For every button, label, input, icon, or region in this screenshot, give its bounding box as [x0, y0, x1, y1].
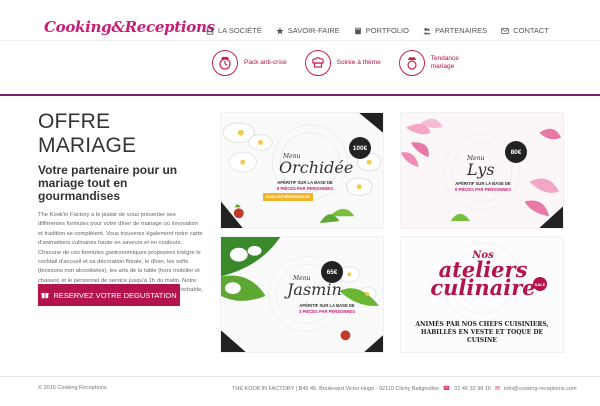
- subnav-item-tendance-mariage[interactable]: Tendance mariage: [398, 50, 477, 76]
- subnav-label: Soirée à thème: [336, 59, 381, 66]
- menu-card-orchidee[interactable]: Menu Orchidée APÉRITIF SUR LA BASE DE 8 …: [220, 112, 384, 229]
- menu-name: Orchidée: [279, 158, 354, 177]
- menu-name: Lys: [467, 160, 495, 179]
- workshops-title: Nos ateliers culinaire: [415, 251, 551, 300]
- reserve-tasting-button[interactable]: RESERVEZ VOTRE DEGUSTATION: [38, 284, 180, 306]
- nav-item-societe[interactable]: LA SOCIÉTÉ: [206, 26, 262, 35]
- chef-clock-icon: [212, 50, 238, 76]
- phone-icon: ☎: [442, 386, 451, 392]
- intro-section: OFFRE MARIAGE Votre partenaire pour un m…: [38, 110, 203, 305]
- chef-hat-icon: [304, 50, 331, 76]
- subnav-item-pack-anti-crise[interactable]: Pack anti-crise: [212, 50, 287, 76]
- sub-nav: Pack anti-crise Soirée à thème Tendance …: [212, 50, 477, 76]
- site-header: Cooking&Receptions LA SOCIÉTÉ SAVOIR-FAI…: [0, 0, 600, 96]
- gift-icon: [41, 293, 49, 299]
- menu-band: SANS ENTRÉE/FROMAGE: [263, 193, 313, 201]
- price-badge: 65€: [321, 261, 343, 283]
- cta-label: RESERVEZ VOTRE DEGUSTATION: [53, 290, 177, 300]
- nav-label: PORTFOLIO: [365, 26, 409, 35]
- detail-line-2: 6 PIÈCES PAR PERSONNES: [454, 186, 511, 192]
- nav-item-partenaires[interactable]: PARTENAIRES: [423, 26, 487, 35]
- nav-label: SAVOIR-FAIRE: [287, 26, 340, 35]
- price-badge: 100€: [349, 137, 371, 159]
- subnav-label: Tendance mariage: [430, 55, 459, 70]
- nav-divider: [0, 40, 600, 41]
- price-badge: 80€: [505, 141, 527, 163]
- book-icon: [354, 27, 361, 34]
- users-icon: [423, 27, 431, 34]
- footer-divider: [0, 376, 600, 377]
- menu-details: APÉRITIF SUR LA BASE DE 8 PIÈCES PAR PER…: [265, 180, 345, 191]
- workshops-title-line-3: culinaire: [430, 275, 536, 300]
- main-nav: LA SOCIÉTÉ SAVOIR-FAIRE PORTFOLIO PARTEN…: [206, 26, 549, 35]
- detail-line-2: 8 PIÈCES PAR PERSONNES: [276, 185, 333, 191]
- footer-copyright: © 2015 Cooking Receptions: [38, 385, 107, 391]
- nav-item-savoir-faire[interactable]: SAVOIR-FAIRE: [276, 26, 340, 35]
- footer-email[interactable]: info@cooking-receptions.com: [504, 386, 577, 392]
- envelope-icon: [501, 27, 509, 34]
- caption-line-2: HABILLÉS EN VESTE ET TOQUE DE CUISINE: [420, 329, 544, 344]
- footer-address: THE KOOK'IN FACTORY | B45 45, Boulevard …: [232, 385, 439, 392]
- menu-card-jasmin[interactable]: Menu Jasmin APÉRITIF SUR LA BASE DE 3 PI…: [220, 236, 384, 353]
- detail-line-2: 3 PIÈCES PAR PERSONNES: [298, 308, 355, 314]
- caption-line-1: ANIMÉS PAR NOS CHEFS CUISINIERS,: [415, 321, 549, 328]
- page-title: OFFRE MARIAGE: [38, 110, 137, 157]
- footer-phone[interactable]: 01 46 32 98 16: [454, 386, 491, 392]
- subnav-label: Pack anti-crise: [244, 59, 287, 66]
- nav-item-contact[interactable]: CONTACT: [501, 26, 549, 35]
- nav-label: PARTENAIRES: [434, 26, 488, 35]
- page-subtitle: Votre partenaire pour un mariage tout en…: [38, 163, 178, 203]
- sale-badge: SALE: [533, 277, 547, 291]
- nav-label: CONTACT: [513, 26, 549, 35]
- menu-details: APÉRITIF SUR LA BASE DE 6 PIÈCES PAR PER…: [443, 181, 523, 192]
- mail-icon: ✉: [494, 386, 501, 392]
- menu-details: APÉRITIF SUR LA BASE DE 3 PIÈCES PAR PER…: [287, 303, 367, 314]
- menu-card-lys[interactable]: Menu Lys APÉRITIF SUR LA BASE DE 6 PIÈCE…: [400, 112, 564, 229]
- brand-logo[interactable]: Cooking&Receptions: [44, 18, 215, 36]
- workshops-card[interactable]: Nos ateliers culinaire SALE ANIMÉS PAR N…: [400, 236, 564, 353]
- nav-label: LA SOCIÉTÉ: [218, 26, 262, 35]
- building-icon: [206, 26, 214, 35]
- chef-ring-icon: [398, 50, 425, 76]
- workshops-caption: ANIMÉS PAR NOS CHEFS CUISINIERS, HABILLÉ…: [407, 321, 557, 345]
- subnav-item-soiree-theme[interactable]: Soirée à thème: [304, 50, 381, 76]
- star-icon: [276, 26, 284, 34]
- nav-item-portfolio[interactable]: PORTFOLIO: [354, 26, 409, 35]
- footer-contact: THE KOOK'IN FACTORY | B45 45, Boulevard …: [232, 385, 577, 393]
